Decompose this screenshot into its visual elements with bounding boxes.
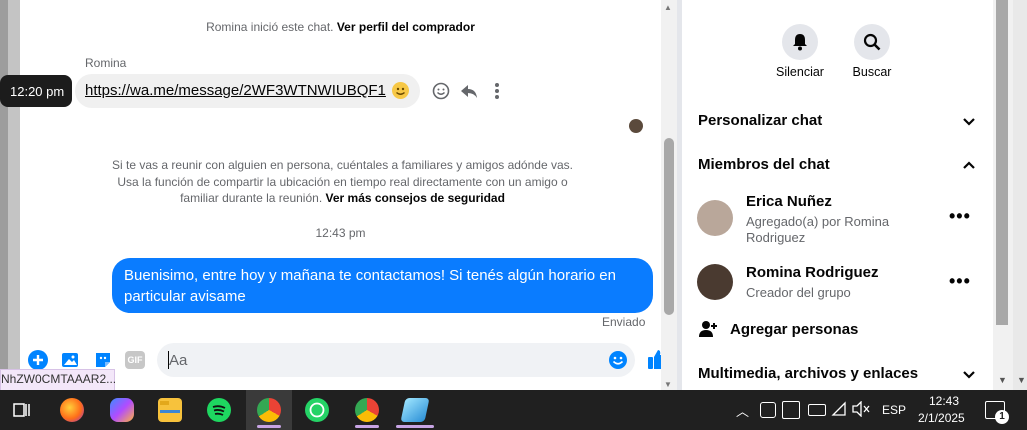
read-receipt-avatar (629, 119, 643, 133)
file-explorer-icon[interactable] (158, 398, 182, 422)
chat-members-section[interactable]: Miembros del chat (698, 156, 830, 173)
avatar[interactable] (697, 200, 733, 236)
clock-date[interactable]: 2/1/2025 (918, 411, 965, 425)
member-options-icon[interactable]: ••• (949, 206, 971, 227)
member-name[interactable]: Romina Rodriguez (746, 264, 879, 281)
mute-button[interactable] (782, 24, 818, 60)
security-alert-icon[interactable] (782, 401, 800, 419)
chat-scrollbar-thumb[interactable] (664, 138, 674, 315)
window-edge (1013, 0, 1027, 390)
chevron-up-icon[interactable]: ︿ (736, 401, 749, 420)
search-icon (863, 33, 881, 51)
gif-icon[interactable]: GIF (125, 351, 145, 369)
chevron-up-icon[interactable] (962, 158, 976, 170)
message-input-placeholder: Aa (169, 352, 188, 369)
chevron-down-icon[interactable] (962, 368, 976, 380)
smile-emoji-icon (392, 82, 409, 99)
scroll-up-arrow-icon[interactable]: ▲ (664, 3, 672, 12)
message-timestamp: 12:43 pm (315, 226, 366, 240)
taskbar (0, 390, 1027, 430)
active-indicator (257, 425, 281, 428)
sender-name: Romina (85, 56, 127, 70)
battery-icon[interactable] (808, 404, 826, 416)
avatar[interactable] (697, 264, 733, 300)
scroll-down-arrow-icon[interactable]: ▼ (664, 380, 672, 389)
image-icon[interactable] (61, 350, 81, 370)
language-indicator[interactable]: ESP (882, 403, 906, 417)
chevron-down-icon[interactable] (962, 115, 976, 127)
mute-label: Silenciar (776, 65, 824, 79)
active-indicator (355, 425, 379, 428)
system-message-started: Romina inició este chat. Ver perfil del … (20, 20, 661, 34)
panel-scrollbar-thumb[interactable] (996, 0, 1008, 325)
more-actions-icon[interactable] (490, 81, 504, 101)
active-indicator (396, 425, 434, 428)
url-status-text: NhZW0CMTAAAR2... (1, 372, 117, 386)
plus-icon[interactable] (28, 350, 48, 370)
text-cursor (168, 351, 169, 369)
message-status: Enviado (602, 315, 646, 329)
reply-icon[interactable] (459, 81, 479, 101)
view-buyer-profile-link[interactable]: Ver perfil del comprador (337, 20, 475, 34)
chrome-icon[interactable] (257, 398, 281, 422)
meet-icon[interactable] (760, 402, 776, 418)
member-role: Creador del grupo (746, 285, 851, 300)
firefox-icon[interactable] (60, 398, 84, 422)
clock-time[interactable]: 12:43 (929, 394, 959, 408)
left-scroll-strip-inner (8, 0, 20, 390)
search-button[interactable] (854, 24, 890, 60)
spotify-icon[interactable] (207, 398, 231, 422)
member-name[interactable]: Erica Nuñez (746, 193, 832, 210)
scroll-down-arrow-icon[interactable]: ▼ (1017, 375, 1026, 385)
chrome-profile-icon[interactable] (355, 398, 379, 422)
emoji-picker-icon[interactable] (608, 350, 628, 370)
system-started-text: Romina inició este chat. (206, 20, 334, 34)
media-files-links-section[interactable]: Multimedia, archivos y enlaces (698, 365, 918, 382)
notification-badge: 1 (995, 410, 1009, 424)
safety-tips-link[interactable]: Ver más consejos de seguridad (326, 191, 505, 205)
incoming-message-link[interactable]: https://wa.me/message/2WF3WTNWIUBQF1 (85, 82, 386, 99)
copilot-icon[interactable] (110, 398, 134, 422)
scroll-down-arrow-icon[interactable]: ▼ (998, 375, 1007, 385)
member-options-icon[interactable]: ••• (949, 271, 971, 292)
message-input[interactable] (157, 343, 635, 377)
app-icon[interactable] (400, 398, 430, 422)
safety-notice: Si te vas a reunir con alguien en person… (110, 157, 575, 207)
customize-chat-section[interactable]: Personalizar chat (698, 112, 822, 129)
whatsapp-icon[interactable] (305, 398, 329, 422)
bell-icon (793, 34, 807, 51)
react-icon[interactable] (431, 81, 451, 101)
search-label: Buscar (852, 65, 892, 79)
sticker-icon[interactable] (93, 350, 113, 370)
member-role: Agregado(a) por Romina Rodriguez (746, 214, 890, 245)
time-tooltip-text: 12:20 pm (10, 84, 65, 99)
speaker-muted-icon[interactable] (852, 400, 870, 418)
add-people-button[interactable]: Agregar personas (730, 321, 858, 338)
add-person-icon[interactable] (698, 320, 718, 338)
outgoing-message-text: Buenisimo, entre hoy y mañana te contact… (124, 267, 616, 305)
wifi-icon[interactable] (831, 401, 847, 417)
task-view-icon[interactable] (11, 400, 31, 420)
